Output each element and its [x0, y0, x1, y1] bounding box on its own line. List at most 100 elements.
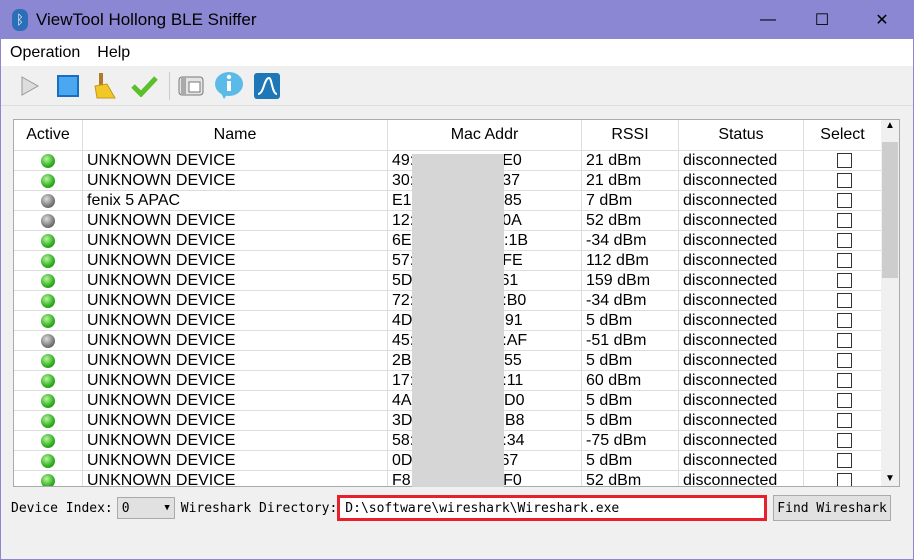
device-index-label: Device Index: — [11, 500, 113, 516]
scroll-up-icon[interactable]: ▲ — [881, 120, 899, 131]
mac-start: 72: — [392, 291, 415, 309]
phone-icon[interactable] — [174, 70, 208, 102]
select-cell — [804, 211, 882, 230]
mac-end: 37 — [502, 171, 521, 189]
play-icon[interactable] — [13, 70, 47, 102]
select-cell — [804, 191, 882, 210]
info-icon[interactable] — [212, 70, 246, 102]
status-dot-icon — [41, 233, 55, 248]
col-select[interactable]: Select — [804, 120, 882, 150]
mac-start: 4D — [392, 311, 413, 329]
select-checkbox[interactable] — [837, 233, 852, 248]
select-checkbox[interactable] — [837, 473, 852, 486]
mac-start: 49: — [392, 151, 415, 169]
select-checkbox[interactable] — [837, 153, 852, 168]
active-cell — [14, 251, 83, 270]
menu-help[interactable]: Help — [97, 44, 130, 62]
active-cell — [14, 471, 83, 486]
select-checkbox[interactable] — [837, 353, 852, 368]
vertical-scrollbar[interactable]: ▲ ▼ — [881, 120, 899, 486]
mac-end: FE — [502, 251, 523, 269]
status-cell: disconnected — [679, 251, 804, 270]
status-dot-icon — [41, 213, 55, 228]
active-cell — [14, 151, 83, 170]
select-checkbox[interactable] — [837, 393, 852, 408]
status-cell: disconnected — [679, 271, 804, 290]
select-checkbox[interactable] — [837, 253, 852, 268]
select-checkbox[interactable] — [837, 193, 852, 208]
mac-end: F0 — [503, 471, 522, 487]
mac-end: 85 — [504, 191, 522, 209]
wireshark-directory-input[interactable]: D:\software\wireshark\Wireshark.exe — [337, 495, 768, 521]
col-status[interactable]: Status — [679, 120, 804, 150]
col-name[interactable]: Name — [83, 120, 388, 150]
mac-end: :B8 — [500, 411, 525, 429]
select-cell — [804, 151, 882, 170]
active-cell — [14, 411, 83, 430]
select-cell — [804, 291, 882, 310]
col-mac[interactable]: Mac Addr — [388, 120, 582, 150]
status-dot-icon — [41, 353, 55, 368]
active-cell — [14, 231, 83, 250]
close-button[interactable]: ✕ — [853, 0, 911, 39]
active-cell — [14, 431, 83, 450]
status-cell: disconnected — [679, 451, 804, 470]
select-checkbox[interactable] — [837, 333, 852, 348]
status-dot-icon — [41, 333, 55, 348]
rssi-cell: 52 dBm — [582, 211, 679, 230]
select-checkbox[interactable] — [837, 313, 852, 328]
dropdown-arrow-icon: ▼ — [164, 503, 170, 513]
rssi-cell: -34 dBm — [582, 231, 679, 250]
select-checkbox[interactable] — [837, 173, 852, 188]
table-header: Active Name Mac Addr RSSI Status Select — [14, 120, 899, 151]
menu-operation[interactable]: Operation — [10, 44, 80, 62]
status-cell: disconnected — [679, 471, 804, 486]
status-cell: disconnected — [679, 311, 804, 330]
select-checkbox[interactable] — [837, 273, 852, 288]
find-wireshark-button[interactable]: Find Wireshark — [773, 495, 891, 521]
select-cell — [804, 371, 882, 390]
wireshark-icon[interactable] — [250, 70, 284, 102]
status-dot-icon — [41, 473, 55, 486]
select-checkbox[interactable] — [837, 433, 852, 448]
name-cell: UNKNOWN DEVICE — [83, 291, 388, 310]
mac-end: E0 — [502, 151, 522, 169]
status-cell: disconnected — [679, 351, 804, 370]
status-dot-icon — [41, 153, 55, 168]
active-cell — [14, 211, 83, 230]
rssi-cell: 21 dBm — [582, 151, 679, 170]
stop-icon[interactable] — [51, 70, 85, 102]
col-active[interactable]: Active — [14, 120, 83, 150]
scroll-thumb[interactable] — [882, 142, 898, 278]
name-cell: UNKNOWN DEVICE — [83, 311, 388, 330]
active-cell — [14, 351, 83, 370]
select-checkbox[interactable] — [837, 453, 852, 468]
select-cell — [804, 471, 882, 486]
name-cell: UNKNOWN DEVICE — [83, 351, 388, 370]
select-cell — [804, 271, 882, 290]
mac-end: 0A — [502, 211, 522, 229]
status-dot-icon — [41, 433, 55, 448]
col-rssi[interactable]: RSSI — [582, 120, 679, 150]
active-cell — [14, 171, 83, 190]
select-checkbox[interactable] — [837, 213, 852, 228]
select-checkbox[interactable] — [837, 373, 852, 388]
mac-start: 30: — [392, 171, 415, 189]
select-checkbox[interactable] — [837, 413, 852, 428]
maximize-button[interactable]: ☐ — [793, 0, 851, 39]
name-cell: UNKNOWN DEVICE — [83, 391, 388, 410]
minimize-button[interactable]: — — [739, 0, 797, 39]
active-cell — [14, 191, 83, 210]
wireshark-path-value: D:\software\wireshark\Wireshark.exe — [345, 500, 620, 516]
device-index-select[interactable]: 0 ▼ — [116, 497, 175, 519]
status-cell: disconnected — [679, 411, 804, 430]
name-cell: UNKNOWN DEVICE — [83, 411, 388, 430]
broom-icon[interactable] — [89, 70, 123, 102]
name-cell: UNKNOWN DEVICE — [83, 471, 388, 486]
scroll-down-icon[interactable]: ▼ — [881, 473, 899, 484]
select-checkbox[interactable] — [837, 293, 852, 308]
mac-start: 5D — [392, 271, 413, 289]
status-cell: disconnected — [679, 231, 804, 250]
check-icon[interactable] — [127, 70, 161, 102]
status-cell: disconnected — [679, 191, 804, 210]
